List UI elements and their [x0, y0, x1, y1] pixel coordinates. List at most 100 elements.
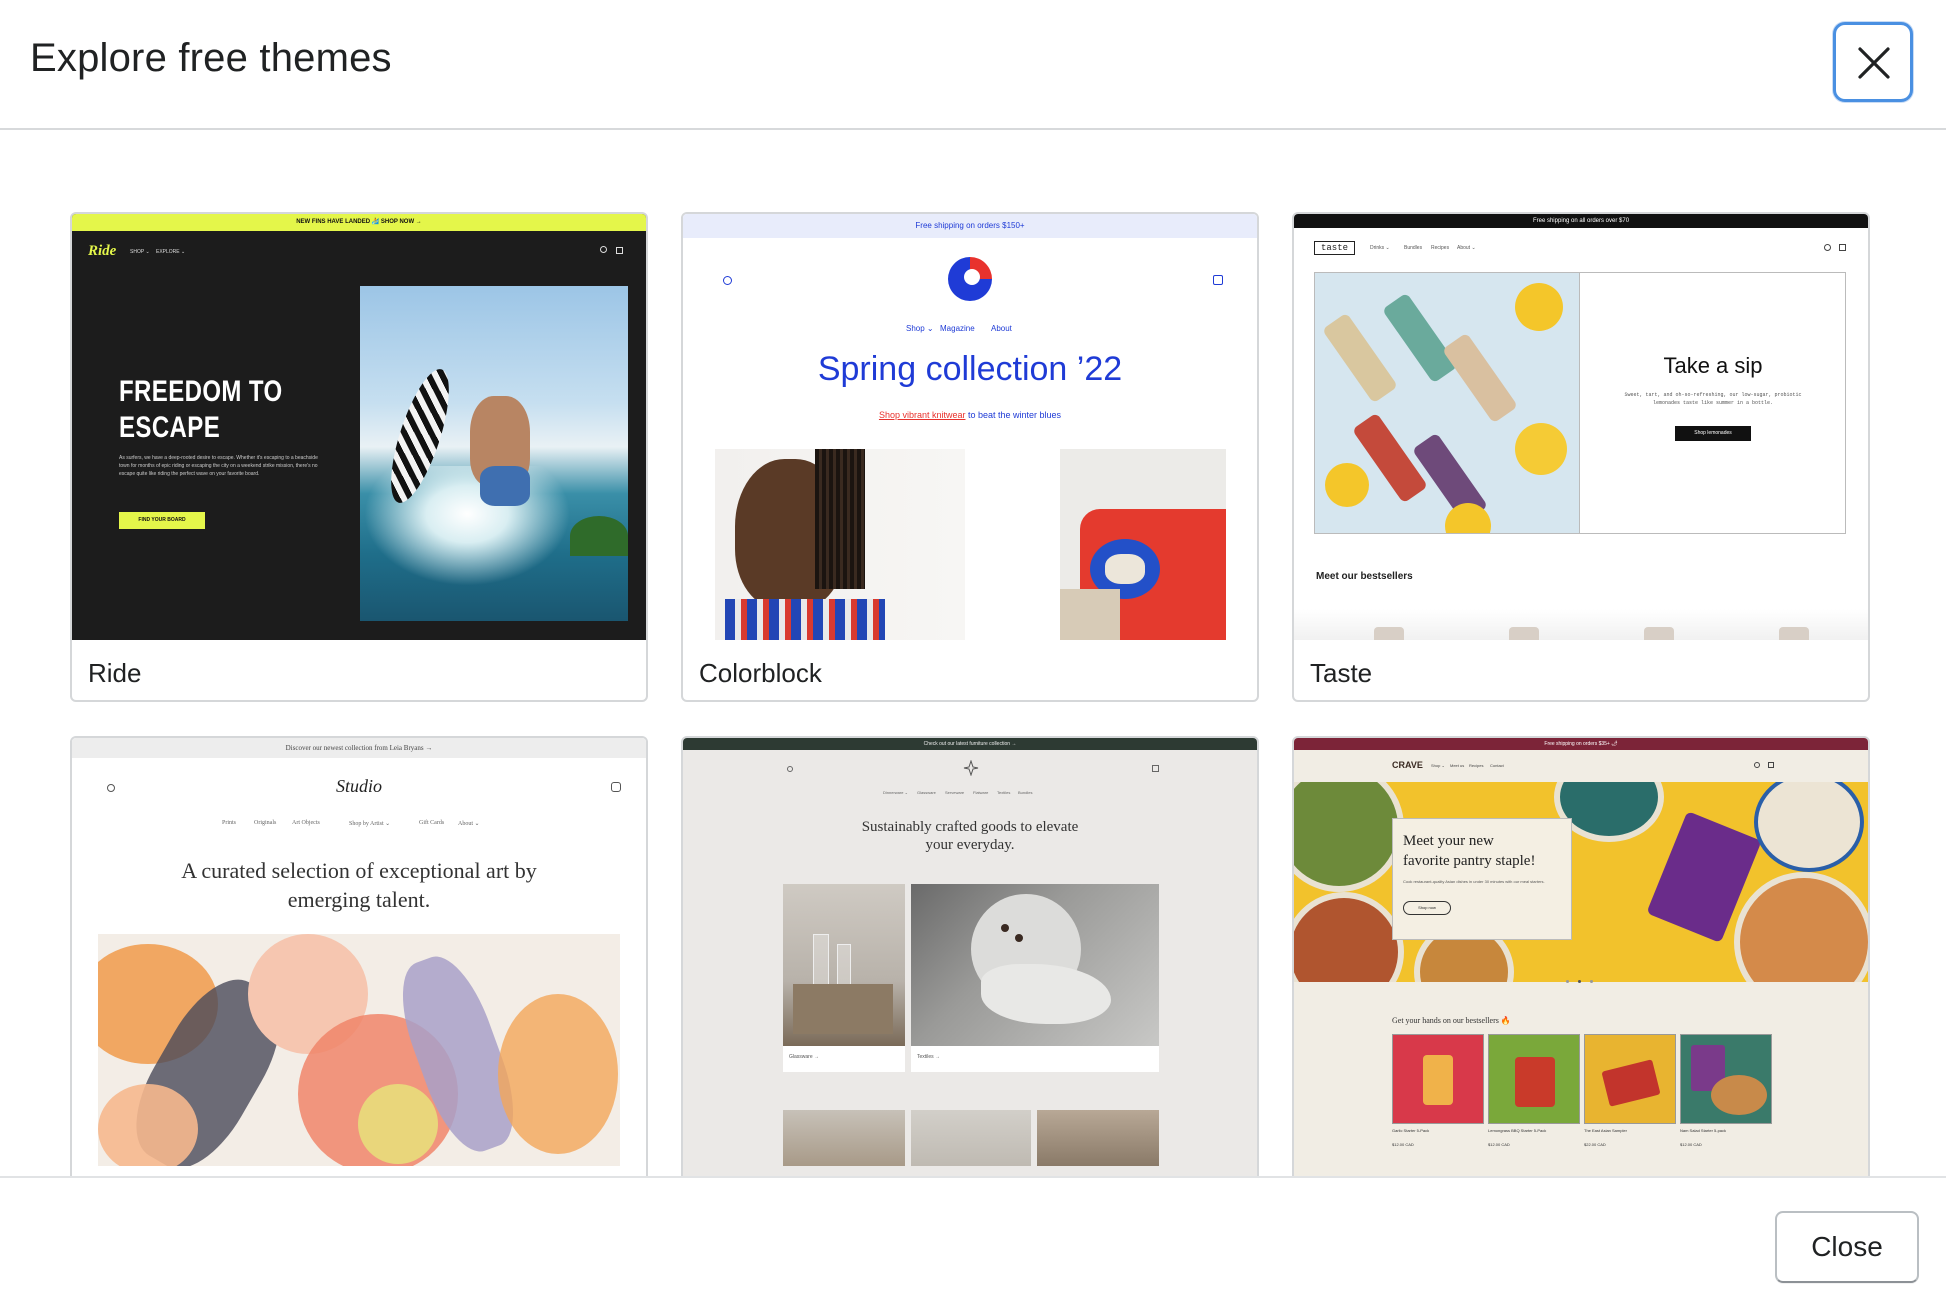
preview-nav-item: Shop ⌄	[1431, 763, 1445, 768]
theme-preview-crave: Free shipping on orders $35+ 🌶 CRAVE Sho…	[1294, 738, 1868, 1176]
cart-icon	[616, 247, 623, 254]
search-icon	[1824, 244, 1831, 251]
search-icon	[787, 766, 793, 772]
cart-icon	[1768, 762, 1774, 768]
theme-card-studio[interactable]: Discover our newest collection from Leia…	[70, 736, 648, 1176]
tile-label: Textiles →	[917, 1054, 941, 1060]
preview-logo: Ride	[88, 243, 117, 259]
preview-body: As surfers, we have a deep-rooted desire…	[119, 455, 318, 477]
theme-preview-studio: Discover our newest collection from Leia…	[72, 738, 646, 1176]
preview-nav-item: Dinnerware ⌄	[883, 790, 908, 795]
product-thumb	[1488, 1034, 1580, 1124]
product-name: Garlic Starter 5-Pack	[1392, 1128, 1430, 1133]
hero-card: Meet your new favorite pantry staple! Co…	[1392, 818, 1572, 940]
preview-subline: Shop vibrant knitwear to beat the winter…	[878, 410, 1062, 420]
collection-tile	[1037, 1110, 1159, 1166]
preview-nav-item: Glassware	[917, 790, 936, 795]
theme-name: Colorblock	[699, 658, 822, 688]
theme-card-crafted[interactable]: Check out our latest furniture collectio…	[681, 736, 1259, 1176]
theme-name: Ride	[88, 658, 142, 688]
product-name: Lemongrass BBQ Starter 5-Pack	[1488, 1128, 1547, 1133]
product-thumb	[1392, 1034, 1484, 1124]
cart-icon	[1839, 244, 1846, 251]
preview-headline: FREEDOM TO ESCAPE	[119, 375, 283, 444]
preview-announcement-bar: Free shipping on orders $150+	[683, 214, 1257, 238]
colorblock-logo	[948, 257, 992, 301]
theme-preview-crafted: Check out our latest furniture collectio…	[683, 738, 1257, 1176]
product-price: $22.00 CAD	[1584, 1142, 1606, 1147]
preview-announcement-bar: Discover our newest collection from Leia…	[72, 738, 646, 758]
product-price: $12.00 CAD	[1680, 1142, 1702, 1147]
preview-nav-item: Flatware	[973, 790, 989, 795]
preview-nav-item: Contact	[1490, 763, 1504, 768]
preview-nav-item: Recipes	[1469, 763, 1484, 768]
preview-nav-item: Art Objects	[292, 820, 320, 826]
collection-tile: Glassware →	[783, 884, 905, 1072]
preview-headline: Meet your new favorite pantry staple!	[1403, 833, 1536, 869]
preview-nav-item: Gift Cards	[419, 820, 445, 826]
preview-announcement-bar: Free shipping on all orders over $70	[1294, 214, 1868, 228]
collection-tile	[783, 1110, 905, 1166]
product-thumb	[1584, 1034, 1676, 1124]
preview-nav-item: Drinks ⌄	[1370, 245, 1390, 251]
close-icon-button[interactable]	[1833, 22, 1913, 102]
preview-nav-item: About ⌄	[1457, 245, 1476, 251]
brand-logo	[963, 760, 979, 776]
theme-card-taste[interactable]: Free shipping on all orders over $70 tas…	[1292, 212, 1870, 702]
preview-header	[1294, 750, 1868, 784]
product-thumb	[1680, 1034, 1772, 1124]
preview-headline: Spring collection ’22	[817, 350, 1123, 388]
preview-nav-item: About ⌄	[458, 821, 480, 827]
modal-title: Explore free themes	[30, 36, 392, 80]
preview-body: Cook restaurant-quality Asian dishes in …	[1403, 879, 1545, 884]
sweater-photo	[1060, 449, 1226, 640]
preview-cta: FIND YOUR BOARD	[119, 512, 205, 529]
themes-grid: NEW FINS HAVE LANDED 🏄 SHOP NOW → Ride S…	[0, 132, 1946, 1176]
close-icon	[1858, 47, 1890, 79]
collection-tile	[911, 1110, 1031, 1166]
cart-icon	[1152, 765, 1159, 772]
preview-nav-item: EXPLORE ⌄	[156, 249, 186, 255]
theme-card-colorblock[interactable]: Free shipping on orders $150+ Shop ⌄ Mag…	[681, 212, 1259, 702]
hero-text-panel: Take a sip Sweet, tart, and oh-so-refres…	[1580, 272, 1846, 534]
product-row-fade	[1294, 609, 1868, 640]
search-icon	[600, 246, 607, 253]
preview-headline: Sustainably crafted goods to elevate you…	[861, 819, 1079, 853]
preview-cta: Shop now	[1403, 901, 1451, 915]
explore-themes-modal: Explore free themes NEW FINS HAVE LANDED…	[0, 0, 1946, 1296]
modal-header: Explore free themes	[0, 0, 1946, 130]
collection-tile: Textiles →	[911, 884, 1159, 1072]
preview-nav-item: About	[991, 324, 1012, 333]
cart-icon	[1213, 275, 1223, 285]
search-icon	[1754, 762, 1760, 768]
preview-nav-item: SHOP ⌄	[130, 249, 150, 255]
preview-nav-item: Bundles	[1404, 245, 1423, 251]
slide-dots	[1566, 980, 1596, 984]
preview-announcement-bar: Check out our latest furniture collectio…	[683, 738, 1257, 750]
preview-headline: Take a sip	[1663, 353, 1763, 378]
preview-body: Sweet, tart, and oh-so-refreshing, our l…	[1624, 392, 1802, 406]
preview-logo: CRAVE	[1392, 760, 1423, 770]
preview-nav-item: Serveware	[945, 790, 965, 795]
preview-nav-item: Originals	[254, 820, 277, 826]
modal-footer: Close	[0, 1176, 1946, 1296]
preview-section-title: Get your hands on our bestsellers 🔥	[1392, 1016, 1511, 1025]
preview-nav-item: Shop by Artist ⌄	[349, 821, 391, 827]
preview-nav-item: Shop ⌄	[906, 324, 934, 333]
theme-preview-ride: NEW FINS HAVE LANDED 🏄 SHOP NOW → Ride S…	[72, 214, 646, 640]
theme-card-ride[interactable]: NEW FINS HAVE LANDED 🏄 SHOP NOW → Ride S…	[70, 212, 648, 702]
theme-card-crave[interactable]: Free shipping on orders $35+ 🌶 CRAVE Sho…	[1292, 736, 1870, 1176]
tile-label: Glassware →	[789, 1054, 820, 1060]
theme-preview-taste: Free shipping on all orders over $70 tas…	[1294, 214, 1868, 640]
close-button[interactable]: Close	[1775, 1211, 1919, 1283]
search-icon	[723, 276, 732, 285]
preview-announcement-bar: NEW FINS HAVE LANDED 🏄 SHOP NOW →	[72, 214, 646, 231]
lemonade-photo	[1314, 272, 1580, 534]
preview-cta: Shop lemonades	[1675, 426, 1751, 441]
product-name: Nam Salad Starter 5-pack	[1680, 1128, 1727, 1133]
product-price: $12.00 CAD	[1488, 1142, 1510, 1147]
food-hero-photo	[1294, 782, 1868, 982]
artwork-image	[98, 934, 620, 1166]
preview-nav-item: Bundles	[1018, 790, 1033, 795]
portrait-photo	[715, 449, 965, 640]
